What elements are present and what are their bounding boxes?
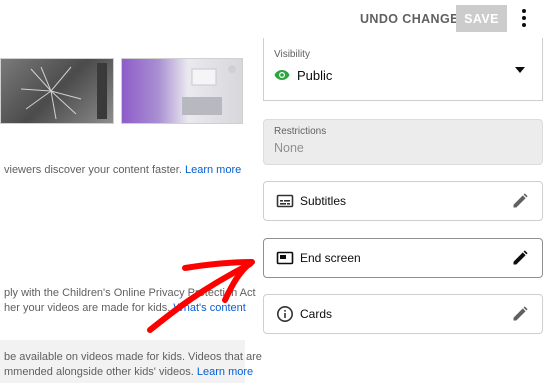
- red-arrow-annotation: [147, 259, 255, 333]
